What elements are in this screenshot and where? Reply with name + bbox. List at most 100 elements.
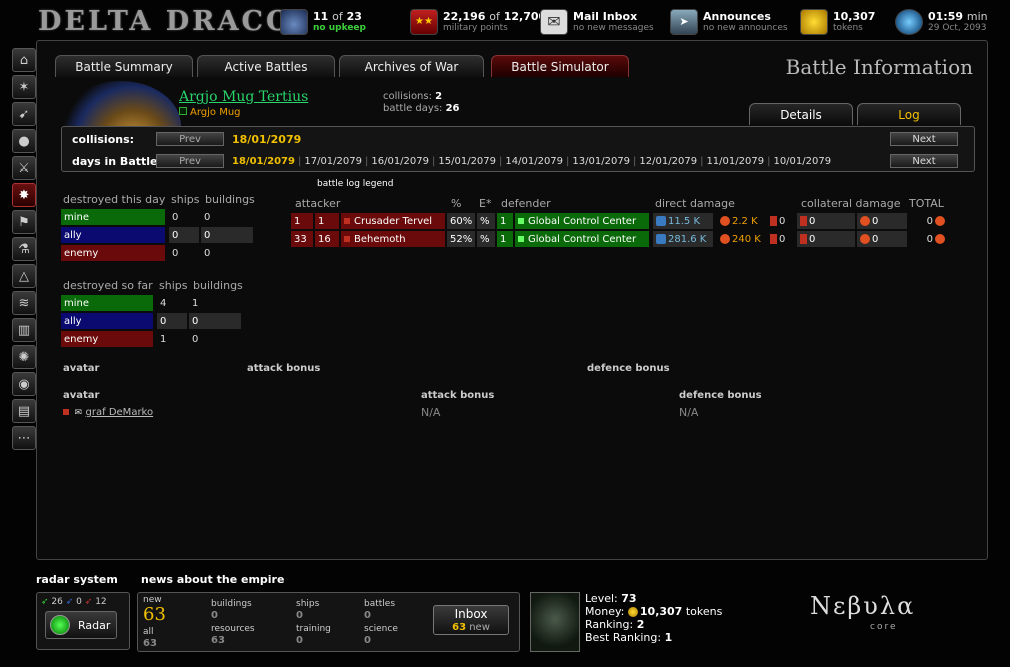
player-avatar[interactable] [530, 592, 580, 652]
announces-sub: no new announces [703, 22, 788, 33]
log-row-direct-3: 0 [767, 231, 793, 247]
battle-panel: Battle Summary Active Battles Archives o… [36, 40, 988, 560]
avatar-entry[interactable]: ✉ graf DeMarko [63, 405, 153, 418]
log-row-pct: 60% [447, 213, 475, 229]
inbox-new-count: 63 [452, 622, 467, 633]
game-logo[interactable]: DELTA DRACO [38, 6, 293, 37]
stats-icon[interactable]: ▥ [12, 318, 36, 342]
collisions-prev-button[interactable]: Prev [156, 132, 224, 146]
trash-icon[interactable]: ▤ [12, 399, 36, 423]
tab-log[interactable]: Log [857, 103, 961, 125]
planet-nav-icon[interactable]: ● [12, 129, 36, 153]
galaxy-icon[interactable]: ✶ [12, 75, 36, 99]
damage-icon [656, 216, 666, 226]
inbox-button[interactable]: Inbox 63 new [433, 605, 509, 635]
date-item[interactable]: 14/01/2079 [503, 156, 565, 167]
direct-dmg-2: 240 K [732, 233, 761, 245]
avatar-name-link[interactable]: graf DeMarko [86, 407, 154, 418]
log-row-defender-count: 1 [497, 231, 513, 247]
handshake-icon[interactable]: ≋ [12, 291, 36, 315]
tab-battle-simulator[interactable]: Battle Simulator [491, 55, 629, 77]
people-icon[interactable]: ⋯ [12, 426, 36, 450]
news-all-count: 63 [143, 638, 157, 649]
tab-battle-summary[interactable]: Battle Summary [55, 55, 193, 77]
destroyed-far-title: destroyed so far [63, 279, 153, 292]
news-all[interactable]: all 63 [143, 627, 157, 649]
date-item[interactable]: 18/01/2079 [230, 156, 297, 167]
date-item[interactable]: 10/01/2079 [771, 156, 833, 167]
log-row-defender-name[interactable]: Global Control Center [515, 213, 649, 229]
log-row-attacker-name[interactable]: Crusader Tervel [341, 213, 445, 229]
date-item[interactable]: 11/01/2079 [704, 156, 766, 167]
explosion-icon [860, 216, 870, 226]
date-item[interactable]: 12/01/2079 [637, 156, 699, 167]
collision-date[interactable]: 18/01/2079 [232, 133, 301, 146]
sword-icon[interactable]: ⚔ [12, 156, 36, 180]
news-ships[interactable]: ships 0 [296, 599, 319, 621]
date-item[interactable]: 16/01/2079 [369, 156, 431, 167]
news-item-value: 63 [211, 635, 225, 646]
clock-unit: min [966, 9, 988, 23]
tab-details[interactable]: Details [749, 103, 853, 125]
date-item[interactable]: 13/01/2079 [570, 156, 632, 167]
tab-active-battles[interactable]: Active Battles [197, 55, 335, 77]
star-icon[interactable]: ✺ [12, 345, 36, 369]
direct-dmg-3: 0 [779, 233, 786, 245]
days-next-button[interactable]: Next [890, 154, 958, 168]
crater-icon [770, 234, 777, 244]
planets-stat[interactable]: 11 of 23 no upkeep [280, 8, 366, 36]
damage-icon [656, 234, 666, 244]
date-item[interactable]: 15/01/2079 [436, 156, 498, 167]
battle-icon[interactable]: ✸ [12, 183, 36, 207]
planets-value: 11 [313, 9, 329, 23]
log-row-collateral-2: 0 [857, 213, 907, 229]
news-science[interactable]: science 0 [364, 624, 398, 646]
log-legend-link[interactable]: battle log legend [317, 179, 393, 189]
destroyed-day-ally-buildings: 0 [201, 227, 253, 243]
battle-nav: collisions: Prev 18/01/2079 Next days in… [61, 126, 975, 172]
military-stat[interactable]: ★★ 22,196 of 12,700 military points [410, 8, 546, 36]
clock-stat[interactable]: 01:59 min 29 Oct, 2093 [895, 8, 988, 36]
lab-icon[interactable]: ⚗ [12, 237, 36, 261]
tab-archives-of-war[interactable]: Archives of War [339, 55, 484, 77]
log-row-defender-name[interactable]: Global Control Center [515, 231, 649, 247]
planet-owner[interactable]: Argjo Mug [179, 107, 241, 118]
log-row-e: % [477, 231, 495, 247]
news-battles[interactable]: battles 0 [364, 599, 395, 621]
alliance-icon[interactable]: △ [12, 264, 36, 288]
news-resources[interactable]: resources 63 [211, 624, 255, 646]
news-buildings[interactable]: buildings 0 [211, 599, 252, 621]
mail-stat[interactable]: ✉ Mail Inbox no new messages [540, 8, 654, 36]
destroyed-far-mine-label: mine [61, 295, 153, 311]
collateral-dmg-1: 0 [809, 233, 816, 245]
collisions-next-button[interactable]: Next [890, 132, 958, 146]
days-prev-button[interactable]: Prev [156, 154, 224, 168]
news-new[interactable]: new 63 [143, 595, 166, 624]
announces-stat[interactable]: ➤ Announces no new announces [670, 8, 788, 36]
tokens-stat[interactable]: 10,307 tokens [800, 8, 875, 36]
news-training[interactable]: training 0 [296, 624, 331, 646]
destroyed-far-ally-label: ally [61, 313, 153, 329]
runner-icon[interactable]: ⚑ [12, 210, 36, 234]
log-row-attacker-name[interactable]: Behemoth [341, 231, 445, 247]
eye-icon[interactable]: ◉ [12, 372, 36, 396]
bonus2-defence-header: defence bonus [679, 390, 762, 401]
mail-icon[interactable]: ✉ [75, 408, 83, 418]
radar-count-enemy: 12 [95, 597, 107, 607]
destroyed-day-enemy-buildings: 0 [204, 247, 211, 259]
level-label: Level: [585, 592, 618, 605]
level-value: 73 [621, 592, 637, 605]
date-item[interactable]: 17/01/2079 [302, 156, 364, 167]
radar-icon [50, 615, 70, 635]
destroyed-day-ships-header: ships [171, 193, 200, 206]
radar-button[interactable]: Radar [45, 611, 117, 639]
news-item-label: battles [364, 599, 396, 609]
news-all-label: all [143, 627, 154, 637]
nebula-logo[interactable]: Νεβυλα [810, 592, 915, 620]
log-row-attacker-level: 16 [315, 231, 339, 247]
planet-name-link[interactable]: Argjo Mug Tertius [179, 89, 308, 105]
fleet-icon[interactable]: ➹ [12, 102, 36, 126]
player-profile: Level: 73 Money: 10,307 tokens Ranking: … [585, 592, 722, 644]
home-icon[interactable]: ⌂ [12, 48, 36, 72]
log-collateral-header: collateral damage [801, 197, 901, 210]
